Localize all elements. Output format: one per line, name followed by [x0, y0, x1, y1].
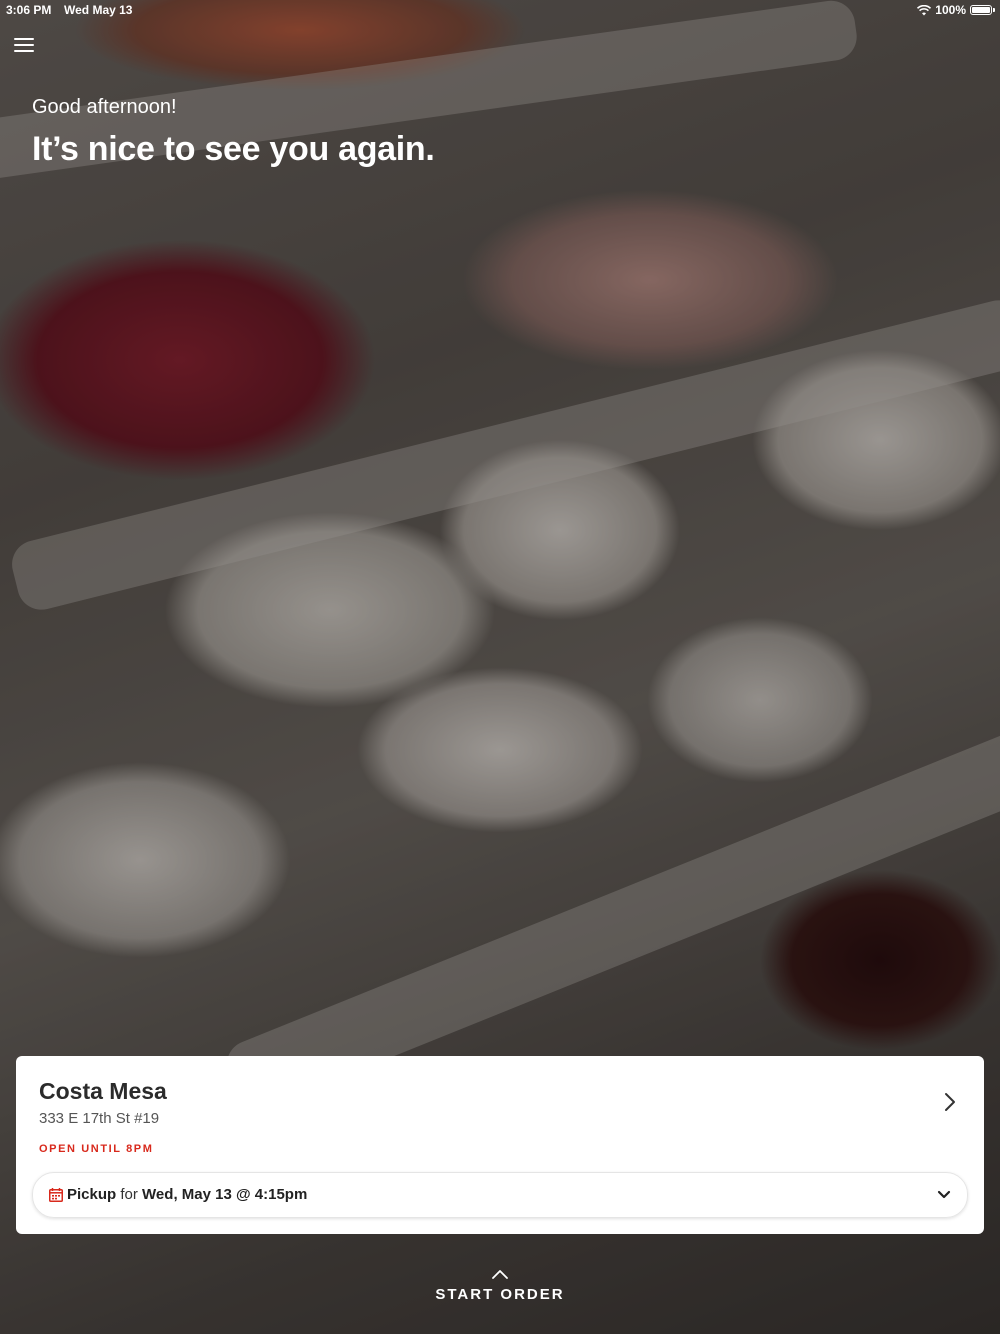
battery-percent: 100%: [935, 3, 966, 17]
headline-text: It’s nice to see you again.: [32, 130, 435, 168]
battery-icon: [970, 5, 995, 15]
location-address: 333 E 17th St #19: [39, 1110, 160, 1127]
status-right: 100%: [917, 3, 995, 17]
status-time: 3:06 PM: [6, 3, 52, 17]
pickup-connector: for: [120, 1186, 138, 1203]
wifi-icon: [917, 4, 932, 15]
start-order-label: START ORDER: [435, 1286, 565, 1303]
chevron-right-icon[interactable]: [940, 1092, 960, 1112]
calendar-icon: [49, 1188, 63, 1202]
pickup-mode: Pickup: [67, 1186, 117, 1203]
pickup-text: Pickup for Wed, May 13 @ 4:15pm: [67, 1186, 307, 1203]
status-date: Wed May 13: [64, 3, 133, 17]
chevron-up-icon: [492, 1270, 508, 1279]
location-hours: OPEN UNTIL 8PM: [39, 1143, 154, 1155]
location-card[interactable]: Costa Mesa 333 E 17th St #19 OPEN UNTIL …: [16, 1056, 984, 1234]
status-bar: 3:06 PM Wed May 13 100%: [0, 0, 1000, 20]
start-order-button[interactable]: START ORDER: [400, 1268, 600, 1318]
hamburger-icon: [14, 38, 34, 40]
pickup-time-selector[interactable]: Pickup for Wed, May 13 @ 4:15pm: [32, 1172, 968, 1218]
menu-button[interactable]: [14, 38, 34, 54]
pickup-datetime: Wed, May 13 @ 4:15pm: [142, 1186, 308, 1203]
greeting-text: Good afternoon!: [32, 96, 177, 118]
location-name: Costa Mesa: [39, 1078, 167, 1104]
chevron-down-icon: [937, 1190, 951, 1199]
